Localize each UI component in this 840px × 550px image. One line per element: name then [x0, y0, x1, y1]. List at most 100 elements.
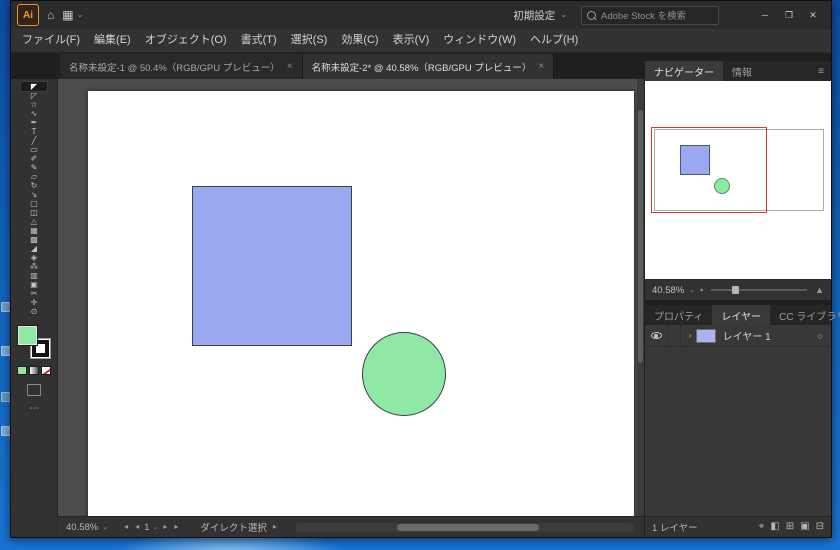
workspace-switcher[interactable]: 初期設定 ⌄ [507, 6, 573, 25]
rectangle-shape[interactable] [192, 186, 352, 346]
vertical-scrollbar-thumb[interactable] [638, 109, 643, 364]
last-artboard-button[interactable]: ▸ [172, 523, 180, 531]
tool-artboard[interactable]: ▣ [21, 280, 47, 289]
panel-tab[interactable]: CC ライブラリ [770, 305, 840, 325]
tool-icon: T [31, 127, 37, 136]
menu-item[interactable]: 表示(V) [386, 29, 437, 52]
tool-pen[interactable]: ✒ [21, 118, 47, 127]
close-button[interactable]: ✕ [801, 5, 825, 25]
tool-hand[interactable]: ✛ [21, 298, 47, 307]
layer-name[interactable]: レイヤー 1 [723, 328, 771, 343]
visibility-toggle[interactable] [645, 325, 668, 346]
first-artboard-button[interactable]: ◂ [122, 523, 130, 531]
chevron-down-icon[interactable]: ⌄ [689, 286, 695, 294]
navigator-preview[interactable] [645, 81, 831, 279]
footer-new-sublayer[interactable]: ⊞ [786, 522, 794, 532]
vertical-scrollbar[interactable] [637, 79, 644, 516]
app-icon[interactable]: Ai [17, 4, 39, 26]
tool-icon: ◤ [30, 82, 38, 91]
zoom-slider-thumb[interactable] [732, 286, 740, 294]
footer-new-layer[interactable]: ▣ [800, 522, 809, 532]
close-tab-icon[interactable]: × [538, 61, 544, 72]
menu-item[interactable]: 選択(S) [284, 29, 335, 52]
menu-item[interactable]: オブジェクト(O) [138, 29, 234, 52]
navigator-zoom-slider[interactable] [711, 286, 808, 294]
tool-zoom[interactable]: ⊙ [21, 307, 47, 316]
menu-item[interactable]: ファイル(F) [15, 29, 87, 52]
current-tool-label[interactable]: ダイレクト選択 [200, 520, 267, 534]
minimize-button[interactable]: ─ [753, 5, 777, 25]
close-tab-icon[interactable]: × [287, 61, 293, 72]
lock-toggle[interactable] [668, 325, 681, 346]
tool-shape-builder[interactable]: ◫ [21, 208, 47, 217]
tool-free-transform[interactable]: ▢ [21, 199, 47, 208]
panel-menu-icon[interactable]: ≡ [811, 61, 831, 81]
artboard-number[interactable]: 1 [144, 522, 149, 533]
zoom-level[interactable]: 40.58% [66, 522, 98, 533]
arrange-documents-icon: ▦ [62, 8, 74, 22]
tool-rotate[interactable]: ↻ [21, 181, 47, 190]
screen-mode-button[interactable]: ⋯ [30, 404, 39, 413]
footer-clipping-mask[interactable]: ◧ [770, 522, 779, 532]
menu-item[interactable]: 効果(C) [334, 29, 385, 52]
tool-scale[interactable]: ↘ [21, 190, 47, 199]
tool-line-segment[interactable]: ╱ [21, 136, 47, 145]
canvas[interactable] [58, 79, 644, 516]
panel-tab[interactable]: 情報 [723, 61, 761, 81]
tool-symbol-sprayer[interactable]: ⁂ [21, 262, 47, 271]
tool-lasso[interactable]: ∿ [21, 109, 47, 118]
next-artboard-button[interactable]: ▸ [161, 523, 169, 531]
tool-slice[interactable]: ✂ [21, 289, 47, 298]
zoom-in-icon[interactable]: ▲ [815, 285, 824, 295]
tool-rectangle[interactable]: ▭ [21, 145, 47, 154]
tool-perspective-grid[interactable]: △ [21, 217, 47, 226]
navigator-view-box[interactable] [651, 127, 767, 213]
tool-column-graph[interactable]: ▥ [21, 271, 47, 280]
chevron-down-icon[interactable]: ⌄ [102, 523, 108, 531]
expand-layer-icon[interactable]: › [689, 331, 692, 340]
menu-item[interactable]: 書式(T) [234, 29, 284, 52]
chevron-down-icon[interactable]: ⌄ [152, 523, 158, 531]
tool-eyedropper[interactable]: ◢ [21, 244, 47, 253]
document-tab[interactable]: 名称未設定-1 @ 50.4%（RGB/GPU プレビュー） × [60, 54, 303, 79]
menu-item[interactable]: ヘルプ(H) [523, 29, 585, 52]
artboard-navigation: ◂ ◂ 1 ⌄ ▸ ▸ [122, 522, 180, 533]
panel-tab[interactable]: ナビゲーター [645, 61, 723, 81]
horizontal-scrollbar-thumb[interactable] [396, 523, 540, 531]
arrange-documents-button[interactable]: ▦ ⌄ [62, 9, 83, 21]
document-tab[interactable]: 名称未設定-2* @ 40.58%（RGB/GPU プレビュー） × [302, 54, 555, 79]
navigator-zoom-level[interactable]: 40.58% [652, 285, 684, 296]
tool-selection[interactable]: ◤ [20, 81, 48, 92]
tool-mesh[interactable]: ▦ [21, 226, 47, 235]
artboard[interactable] [88, 91, 634, 516]
tool-paintbrush[interactable]: ✐ [21, 154, 47, 163]
status-expand-icon[interactable]: ▸ [271, 523, 279, 531]
menu-item[interactable]: 編集(E) [87, 29, 138, 52]
fill-color-swatch[interactable] [17, 325, 38, 346]
layer-row[interactable]: › レイヤー 1 ○ [645, 325, 831, 347]
panel-tab[interactable]: レイヤー [712, 305, 771, 325]
restore-button[interactable]: ❐ [777, 5, 801, 25]
previous-artboard-button[interactable]: ◂ [133, 523, 141, 531]
tool-magic-wand[interactable]: ☆ [21, 100, 47, 109]
none-button[interactable] [41, 366, 51, 375]
layer-target-icon[interactable]: ○ [818, 331, 823, 341]
circle-shape[interactable] [362, 332, 446, 416]
tool-eraser[interactable]: ▱ [21, 172, 47, 181]
stock-search-input[interactable]: Adobe Stock を検索 [581, 5, 719, 25]
color-button[interactable] [17, 366, 27, 375]
panel-tab[interactable]: プロパティ [645, 305, 712, 325]
tool-blend[interactable]: ◈ [21, 253, 47, 262]
zoom-out-icon[interactable]: ▴ [700, 287, 703, 293]
horizontal-scrollbar[interactable] [294, 522, 634, 532]
drawing-mode-button[interactable] [27, 384, 41, 396]
tool-gradient[interactable]: ▩ [21, 235, 47, 244]
tool-pencil[interactable]: ✎ [21, 163, 47, 172]
tool-direct-selection[interactable]: ◸ [21, 91, 47, 100]
tool-type[interactable]: T [21, 127, 47, 136]
home-icon[interactable]: ⌂ [47, 9, 54, 21]
menu-item[interactable]: ウィンドウ(W) [436, 29, 523, 52]
gradient-button[interactable] [29, 366, 39, 375]
footer-locate-object[interactable]: ⌖ [759, 522, 765, 532]
footer-delete-layer[interactable]: ⊟ [816, 522, 824, 532]
